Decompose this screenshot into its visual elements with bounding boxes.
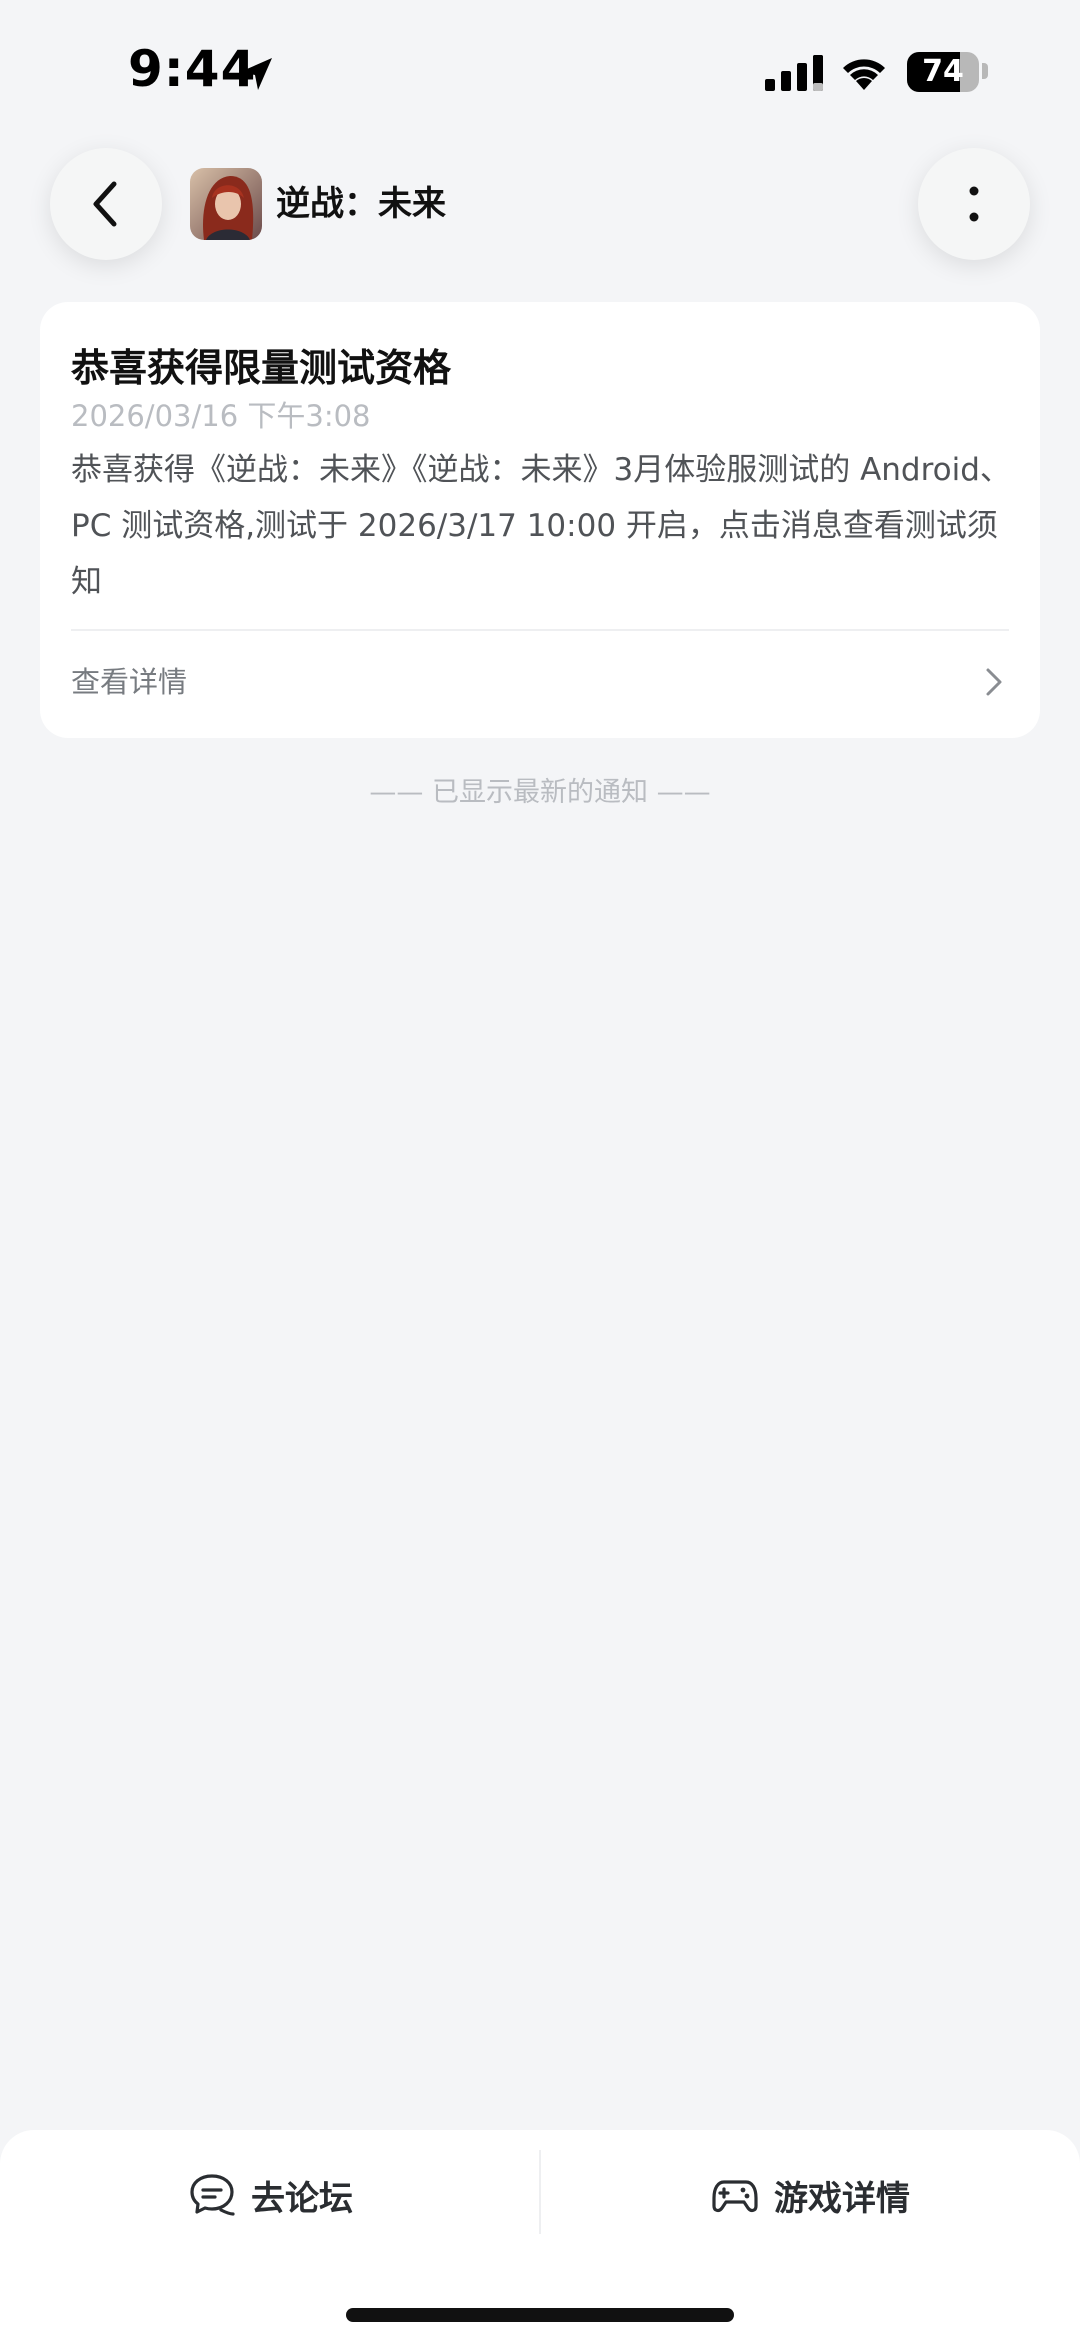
chevron-right-icon <box>986 668 1002 696</box>
page-title: 逆战：未来 <box>276 184 446 224</box>
chat-bubble-icon <box>190 2174 235 2216</box>
notification-timestamp: 2026/03/16 下午3:08 <box>71 399 371 433</box>
go-to-forum-label: 去论坛 <box>251 2178 353 2219</box>
battery-indicator: 74 <box>907 52 979 92</box>
wifi-icon <box>843 59 885 90</box>
game-details-button[interactable]: 游戏详情 <box>540 2130 1080 2260</box>
go-to-forum-button[interactable]: 去论坛 <box>0 2130 540 2260</box>
cellular-signal-icon <box>765 55 823 91</box>
bottom-action-bar: 去论坛 游戏详情 <box>0 2130 1080 2341</box>
view-details-link[interactable]: 查看详情 <box>40 632 1040 732</box>
location-arrow-icon <box>240 58 272 90</box>
back-button[interactable] <box>50 148 162 260</box>
notification-title: 恭喜获得限量测试资格 <box>71 346 452 390</box>
more-options-button[interactable] <box>918 148 1030 260</box>
game-app-icon <box>190 168 262 240</box>
gamepad-icon <box>712 2180 758 2213</box>
game-details-label: 游戏详情 <box>774 2178 910 2219</box>
end-of-list-note: —— 已显示最新的通知 —— <box>369 777 711 808</box>
status-bar: 9:44 74 <box>0 0 1080 140</box>
chevron-left-icon <box>93 181 117 227</box>
notification-card[interactable]: 恭喜获得限量测试资格 2026/03/16 下午3:08 恭喜获得《逆战：未来》… <box>40 302 1040 738</box>
notification-body: 恭喜获得《逆战：未来》《逆战：未来》3月体验服测试的 Android、PC 测试… <box>71 452 1011 600</box>
view-details-label: 查看详情 <box>71 665 188 699</box>
card-divider <box>71 629 1009 631</box>
battery-level-text: 74 <box>922 54 964 89</box>
battery-tip <box>982 63 988 79</box>
more-vertical-icon <box>969 186 979 222</box>
home-indicator[interactable] <box>346 2308 734 2322</box>
